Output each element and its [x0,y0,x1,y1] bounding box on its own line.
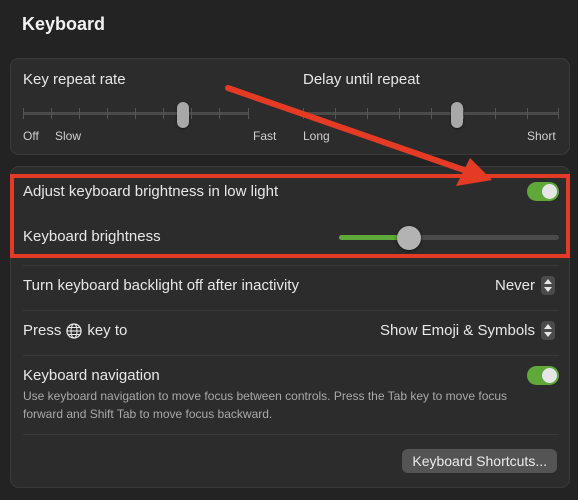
keyboard-shortcuts-button[interactable]: Keyboard Shortcuts... [402,449,557,473]
brightness-slider[interactable] [339,226,559,250]
brightness-thumb[interactable] [397,226,422,250]
brightness-auto-label: Adjust keyboard brightness in low light [23,183,279,200]
delay-repeat-thumb[interactable] [450,102,463,128]
globe-key-label-suffix: key to [87,322,128,339]
key-repeat-off-label: Off [23,129,39,143]
backlight-off-value: Never [494,277,535,294]
key-repeat-label: Key repeat rate [23,71,126,88]
keyboard-navigation-description: Use keyboard navigation to move focus be… [23,389,508,421]
keyboard-navigation-label: Keyboard navigation [23,367,160,384]
brightness-label: Keyboard brightness [23,228,161,245]
globe-key-value: Show Emoji & Symbols [379,322,535,339]
key-repeat-fast-label: Fast [253,129,277,143]
brightness-auto-toggle[interactable] [527,182,559,201]
backlight-off-popup[interactable]: Never [495,276,555,295]
globe-icon [66,322,82,339]
globe-key-label: Press key to [23,322,127,339]
key-repeat-thumb[interactable] [177,102,190,128]
keyboard-settings-panel: Adjust keyboard brightness in low light … [10,166,570,488]
delay-repeat-label: Delay until repeat [303,71,420,88]
delay-long-label: Long [303,129,330,143]
delay-repeat-slider[interactable] [303,102,559,128]
keyboard-navigation-toggle[interactable] [527,366,559,385]
popup-chevron-icon [541,276,555,295]
globe-key-popup[interactable]: Show Emoji & Symbols [380,321,555,340]
globe-key-label-prefix: Press [23,322,62,339]
page-title: Keyboard [22,14,106,34]
backlight-off-label: Turn keyboard backlight off after inacti… [23,277,299,294]
delay-short-label: Short [527,129,556,143]
key-repeat-slider[interactable] [23,102,249,128]
popup-chevron-icon [541,321,555,340]
repeat-panel: Key repeat rate Off Slow Fast Delay unti… [10,58,570,155]
key-repeat-slow-label: Slow [55,129,82,143]
